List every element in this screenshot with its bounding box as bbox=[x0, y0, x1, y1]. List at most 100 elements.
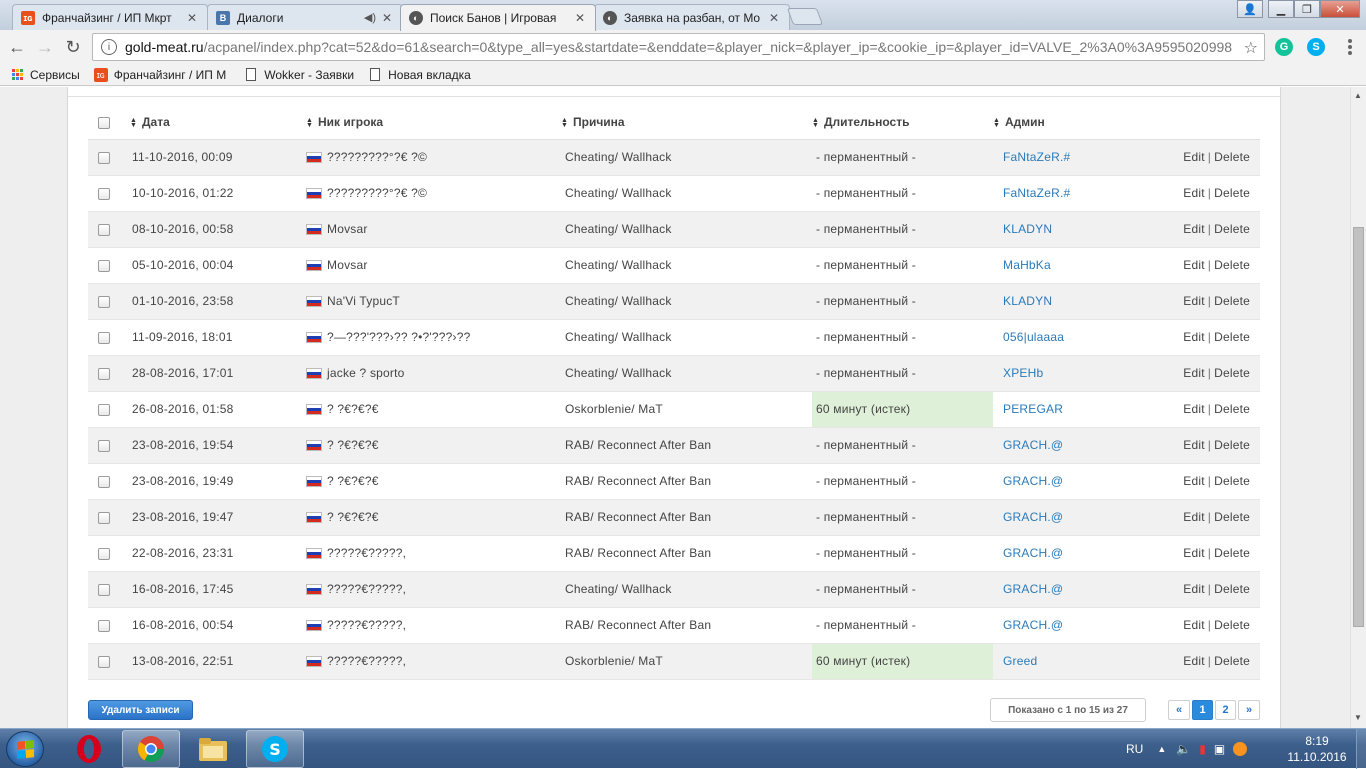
edit-link[interactable]: Edit bbox=[1183, 330, 1204, 344]
edit-link[interactable]: Edit bbox=[1183, 294, 1204, 308]
edit-link[interactable]: Edit bbox=[1183, 150, 1204, 164]
forward-arrow-icon[interactable]: → bbox=[34, 36, 56, 58]
start-button[interactable] bbox=[6, 731, 44, 767]
pager-page-1[interactable]: 1 bbox=[1192, 700, 1213, 720]
close-tab-icon[interactable]: ✕ bbox=[575, 11, 587, 25]
tab-franchising[interactable]: ɪɢ Франчайзинг / ИП Мкрт ✕ bbox=[12, 4, 208, 30]
edit-link[interactable]: Edit bbox=[1183, 654, 1204, 668]
pager-prev-button[interactable]: « bbox=[1168, 700, 1190, 720]
admin-link[interactable]: GRACH.@ bbox=[1003, 438, 1063, 452]
minimize-icon[interactable]: ▁ bbox=[1268, 0, 1294, 18]
delete-link[interactable]: Delete bbox=[1214, 366, 1250, 380]
reload-icon[interactable]: ↻ bbox=[62, 36, 84, 58]
info-icon[interactable]: i bbox=[101, 39, 117, 55]
row-checkbox[interactable] bbox=[98, 259, 110, 272]
column-duration[interactable]: ▲ ▼ Длительность bbox=[812, 106, 993, 140]
select-all-checkbox[interactable] bbox=[98, 117, 110, 130]
admin-link[interactable]: FaNtaZeR.# bbox=[1003, 150, 1070, 164]
column-reason[interactable]: ▲ ▼ Причина bbox=[561, 106, 812, 140]
scrollbar-thumb[interactable] bbox=[1353, 227, 1364, 627]
edit-link[interactable]: Edit bbox=[1183, 258, 1204, 272]
action-center-icon[interactable]: ▣ bbox=[1214, 742, 1225, 756]
admin-link[interactable]: GRACH.@ bbox=[1003, 474, 1063, 488]
speaker-icon[interactable]: ◀) bbox=[364, 11, 376, 24]
explorer-icon[interactable] bbox=[184, 730, 242, 768]
tab-ban-search[interactable]: ◐ Поиск Банов | Игровая ✕ bbox=[400, 4, 596, 31]
language-indicator[interactable]: RU bbox=[1126, 742, 1143, 756]
admin-link[interactable]: GRACH.@ bbox=[1003, 618, 1063, 632]
bookmark-wokker[interactable]: Wokker - Заявки bbox=[244, 68, 354, 82]
admin-link[interactable]: PEREGAR bbox=[1003, 402, 1063, 416]
grammarly-extension-icon[interactable]: G bbox=[1275, 38, 1293, 56]
chrome-icon[interactable] bbox=[122, 730, 180, 768]
scroll-up-icon[interactable]: ▲ bbox=[1354, 91, 1362, 100]
admin-link[interactable]: MaHbKa bbox=[1003, 258, 1051, 272]
row-checkbox[interactable] bbox=[98, 439, 110, 452]
admin-link[interactable]: Greed bbox=[1003, 654, 1037, 668]
delete-link[interactable]: Delete bbox=[1214, 402, 1250, 416]
row-checkbox[interactable] bbox=[98, 295, 110, 308]
chrome-menu-icon[interactable] bbox=[1348, 39, 1352, 55]
close-tab-icon[interactable]: ✕ bbox=[187, 11, 199, 25]
close-tab-icon[interactable]: ✕ bbox=[382, 11, 394, 25]
pager-page-2[interactable]: 2 bbox=[1215, 700, 1236, 720]
admin-link[interactable]: GRACH.@ bbox=[1003, 546, 1063, 560]
row-checkbox[interactable] bbox=[98, 331, 110, 344]
delete-link[interactable]: Delete bbox=[1214, 654, 1250, 668]
admin-link[interactable]: FaNtaZeR.# bbox=[1003, 186, 1070, 200]
delete-link[interactable]: Delete bbox=[1214, 582, 1250, 596]
column-date[interactable]: ▲ ▼ Дата bbox=[120, 106, 306, 140]
column-admin[interactable]: ▲ ▼ Админ bbox=[993, 106, 1103, 140]
network-icon[interactable]: ▮ bbox=[1199, 742, 1206, 756]
edit-link[interactable]: Edit bbox=[1183, 366, 1204, 380]
row-checkbox[interactable] bbox=[98, 583, 110, 596]
bookmark-star-icon[interactable]: ☆ bbox=[1239, 38, 1258, 58]
admin-link[interactable]: KLADYN bbox=[1003, 294, 1052, 308]
bookmark-services[interactable]: Сервисы bbox=[10, 68, 80, 82]
bookmark-new-tab[interactable]: Новая вкладка bbox=[368, 68, 471, 82]
row-checkbox[interactable] bbox=[98, 655, 110, 668]
edit-link[interactable]: Edit bbox=[1183, 582, 1204, 596]
delete-link[interactable]: Delete bbox=[1214, 222, 1250, 236]
edit-link[interactable]: Edit bbox=[1183, 438, 1204, 452]
row-checkbox[interactable] bbox=[98, 403, 110, 416]
delete-link[interactable]: Delete bbox=[1214, 258, 1250, 272]
row-checkbox[interactable] bbox=[98, 511, 110, 524]
admin-link[interactable]: GRACH.@ bbox=[1003, 582, 1063, 596]
user-profile-icon[interactable]: 👤 bbox=[1237, 0, 1263, 18]
edit-link[interactable]: Edit bbox=[1183, 546, 1204, 560]
row-checkbox[interactable] bbox=[98, 367, 110, 380]
skype-icon[interactable]: S bbox=[246, 730, 304, 768]
delete-link[interactable]: Delete bbox=[1214, 294, 1250, 308]
admin-link[interactable]: 056|ulaaaa bbox=[1003, 330, 1064, 344]
delete-link[interactable]: Delete bbox=[1214, 474, 1250, 488]
taskbar-clock[interactable]: 8:19 11.10.2016 bbox=[1284, 733, 1350, 765]
row-checkbox[interactable] bbox=[98, 223, 110, 236]
edit-link[interactable]: Edit bbox=[1183, 402, 1204, 416]
pager-next-button[interactable]: » bbox=[1238, 700, 1260, 720]
delete-link[interactable]: Delete bbox=[1214, 618, 1250, 632]
restore-icon[interactable]: ❐ bbox=[1294, 0, 1320, 18]
show-desktop-button[interactable] bbox=[1356, 729, 1366, 769]
close-tab-icon[interactable]: ✕ bbox=[769, 11, 781, 25]
row-checkbox[interactable] bbox=[98, 187, 110, 200]
skype-extension-icon[interactable]: S bbox=[1307, 38, 1325, 56]
edit-link[interactable]: Edit bbox=[1183, 474, 1204, 488]
admin-link[interactable]: KLADYN bbox=[1003, 222, 1052, 236]
back-arrow-icon[interactable]: ← bbox=[6, 36, 28, 58]
row-checkbox[interactable] bbox=[98, 547, 110, 560]
delete-records-button[interactable]: Удалить записи bbox=[88, 700, 193, 720]
column-nick[interactable]: ▲ ▼ Ник игрока bbox=[306, 106, 561, 140]
admin-link[interactable]: GRACH.@ bbox=[1003, 510, 1063, 524]
address-bar[interactable]: i gold-meat.ru /acpanel/index.php?cat=52… bbox=[92, 33, 1265, 61]
edit-link[interactable]: Edit bbox=[1183, 222, 1204, 236]
page-scrollbar[interactable]: ▲ ▼ bbox=[1350, 87, 1366, 728]
row-checkbox[interactable] bbox=[98, 475, 110, 488]
new-tab-button[interactable] bbox=[786, 8, 824, 25]
show-hidden-icons-icon[interactable]: ▲ bbox=[1157, 744, 1166, 754]
bookmark-franchising[interactable]: ɪɢ Франчайзинг / ИП М bbox=[93, 67, 226, 82]
admin-link[interactable]: XPEHb bbox=[1003, 366, 1043, 380]
delete-link[interactable]: Delete bbox=[1214, 150, 1250, 164]
close-window-icon[interactable]: ✕ bbox=[1320, 0, 1360, 18]
avast-icon[interactable] bbox=[1233, 742, 1248, 756]
